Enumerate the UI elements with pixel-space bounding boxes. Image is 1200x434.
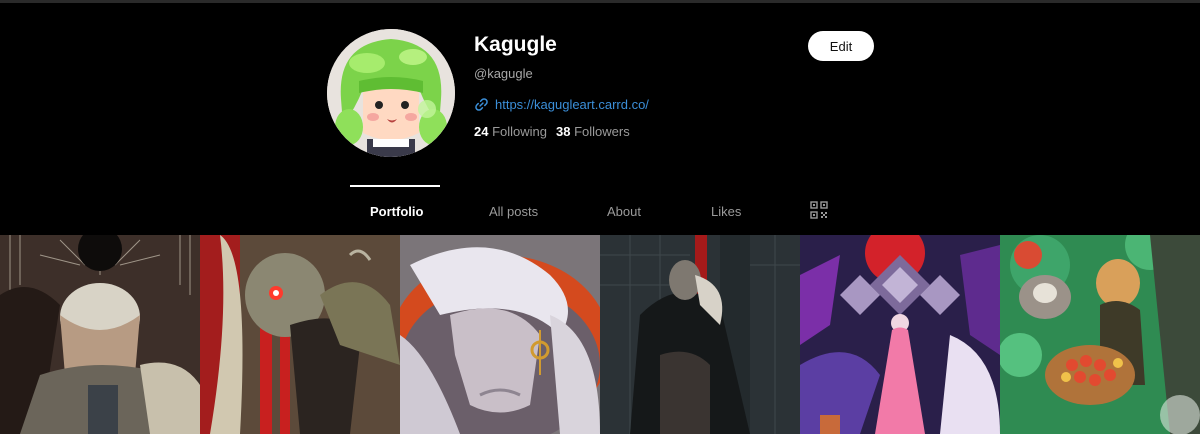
tab-likes[interactable]: Likes [711, 204, 741, 219]
portfolio-item[interactable] [600, 235, 800, 434]
active-tab-indicator [350, 185, 440, 187]
profile-handle: @kagugle [474, 66, 533, 81]
profile-stats: 24 Following 38 Followers [474, 124, 630, 139]
avatar[interactable] [327, 29, 455, 157]
portfolio-item[interactable] [200, 235, 400, 434]
tab-all-posts[interactable]: All posts [489, 204, 538, 219]
followers-stat[interactable]: 38 Followers [556, 124, 630, 139]
profile-link[interactable]: https://kagugleart.carrd.co/ [474, 97, 649, 112]
portfolio-item[interactable] [800, 235, 1000, 434]
profile-name: Kagugle [474, 33, 557, 56]
portfolio-item[interactable] [1000, 235, 1200, 434]
edit-profile-button[interactable]: Edit [808, 31, 874, 61]
profile-tabs: Portfolio All posts About Likes [0, 185, 1200, 235]
profile-link-text[interactable]: https://kagugleart.carrd.co/ [495, 97, 649, 112]
portfolio-gallery [0, 235, 1200, 434]
following-count: 24 [474, 124, 489, 139]
link-icon [475, 98, 488, 111]
window-top-border [0, 0, 1200, 3]
followers-count: 38 [556, 124, 571, 139]
portfolio-item[interactable] [0, 235, 200, 434]
tab-about[interactable]: About [607, 204, 641, 219]
portfolio-item[interactable] [400, 235, 600, 434]
qr-code-icon[interactable] [810, 201, 828, 219]
following-label: Following [492, 124, 548, 139]
following-stat[interactable]: 24 Following [474, 124, 547, 139]
tab-portfolio[interactable]: Portfolio [370, 204, 423, 219]
followers-label: Followers [574, 124, 630, 139]
